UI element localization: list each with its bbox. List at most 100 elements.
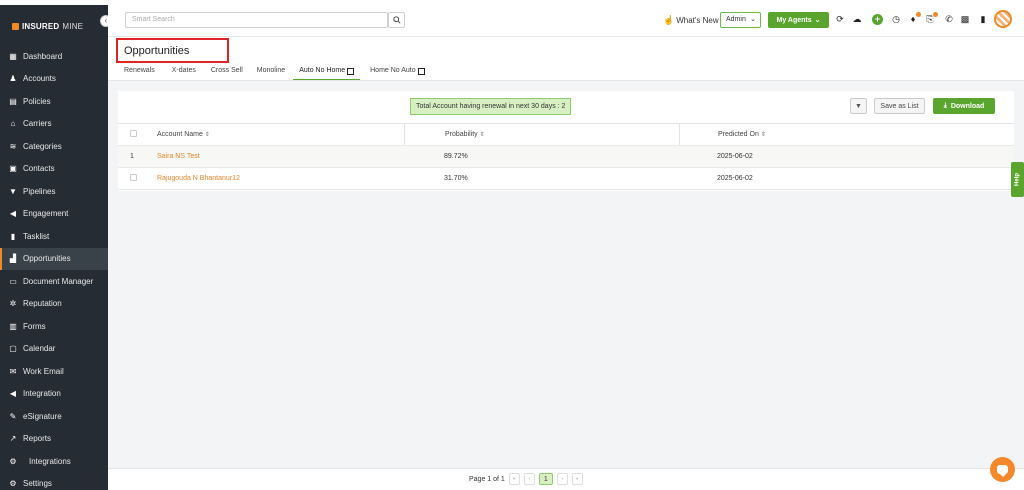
- search-button[interactable]: [388, 12, 405, 28]
- sidebar-item-label: Categories: [23, 141, 62, 151]
- sidebar-item-opportunities[interactable]: ▟ Opportunities: [0, 247, 108, 270]
- sidebar-item-label: Policies: [23, 96, 51, 106]
- next-page-button[interactable]: ›: [556, 473, 568, 485]
- sort-icon: ⇕: [760, 132, 766, 138]
- tab-home-no-auto[interactable]: Home No Auto: [364, 63, 431, 81]
- users-icon: ♟: [9, 74, 17, 84]
- sidebar-item-label: Settings: [23, 479, 52, 489]
- chat-icon: [997, 465, 1008, 477]
- mail-icon: ✉: [9, 366, 17, 376]
- opportunities-table: Account Name ⇕ Probability ⇕ Predicted On ⇕…: [118, 123, 1014, 190]
- tab-label: X-dates: [171, 67, 196, 74]
- tab-x-dates[interactable]: X-dates: [166, 63, 202, 81]
- sort-icon: ⇕: [204, 132, 210, 138]
- column-header-predicted-on[interactable]: Predicted On ⇕: [679, 124, 954, 145]
- tab-auto-no-home[interactable]: Auto No Home: [293, 63, 361, 81]
- sidebar-item-label: Opportunities: [23, 254, 71, 264]
- sidebar-item-policies[interactable]: ▤ Policies: [0, 90, 108, 113]
- sidebar-item-calendar[interactable]: ▢ Calendar: [0, 338, 108, 361]
- funnel-icon: ▼: [9, 186, 17, 196]
- predicted-on-cell: 2025-06-02: [717, 175, 753, 182]
- tab-cross-sell[interactable]: Cross Sell: [205, 63, 249, 81]
- sidebar-item-document-manager[interactable]: ▭ Document Manager: [0, 270, 108, 293]
- filter-button[interactable]: ▼: [850, 98, 867, 114]
- sidebar-item-accounts[interactable]: ♟ Accounts: [0, 68, 108, 91]
- sidebar-item-pipelines[interactable]: ▼ Pipelines: [0, 180, 108, 203]
- table-row[interactable]: 1 Saira NS Test 89.72% 2025-06-02: [118, 146, 1014, 168]
- prev-page-button[interactable]: ‹: [523, 473, 535, 485]
- chip-icon: [347, 68, 355, 75]
- save-as-list-button[interactable]: Save as List: [874, 98, 925, 114]
- sidebar-item-categories[interactable]: ≋ Categories: [0, 135, 108, 158]
- opportunity-tabs: Renewals X-dates Cross Sell Monoline Aut…: [118, 63, 431, 81]
- sidebar-item-carriers[interactable]: ⌂ Carriers: [0, 113, 108, 136]
- add-circle-icon[interactable]: +: [872, 14, 883, 25]
- tab-monoline[interactable]: Monoline: [251, 63, 291, 81]
- footer: Page 1 of 1 « ‹ 1 › »: [108, 468, 1024, 490]
- table-row[interactable]: Rajugouda N Bhantanur12 31.70% 2025-06-0…: [118, 168, 1014, 190]
- predicted-on-cell: 2025-06-02: [717, 153, 753, 160]
- logo-text-thin: MINE: [62, 22, 84, 31]
- clock-icon[interactable]: ◷: [891, 14, 901, 24]
- sidebar-item-esignature[interactable]: ✎ eSignature: [0, 405, 108, 428]
- avatar[interactable]: [994, 10, 1012, 28]
- hand-pointer-icon: ☝: [663, 15, 675, 25]
- sidebar-item-label: Integration: [23, 389, 61, 399]
- export-icon[interactable]: ⎘: [925, 12, 938, 24]
- app-logo[interactable]: INSURED MINE: [12, 22, 83, 31]
- chat-button[interactable]: [990, 457, 1015, 482]
- download-button[interactable]: ⤓ Download: [933, 98, 995, 114]
- sidebar-item-contacts[interactable]: ▣ Contacts: [0, 158, 108, 181]
- form-icon: ▥: [9, 321, 17, 331]
- chip-icon[interactable]: ▩: [960, 14, 970, 24]
- sidebar-item-integrations[interactable]: ⚙ Integrations: [0, 450, 108, 473]
- sidebar-item-reputation[interactable]: ✲ Reputation: [0, 293, 108, 316]
- phone-icon[interactable]: ✆: [944, 14, 954, 24]
- calendar-icon: ▢: [9, 344, 17, 354]
- mobile-icon[interactable]: ▮: [978, 14, 988, 24]
- sidebar-item-label: Work Email: [23, 366, 64, 376]
- column-header-account-name[interactable]: Account Name ⇕: [157, 131, 404, 138]
- layers-icon: ≋: [9, 141, 17, 151]
- sidebar-item-engagement[interactable]: ◀ Engagement: [0, 203, 108, 226]
- line-chart-icon: ↗: [9, 434, 17, 444]
- help-label: Help: [1014, 173, 1021, 187]
- sidebar-item-label: Accounts: [23, 74, 56, 84]
- current-page-button[interactable]: 1: [538, 473, 553, 485]
- role-select[interactable]: Admin ⌄: [720, 12, 761, 28]
- account-link[interactable]: Rajugouda N Bhantanur12: [157, 175, 240, 182]
- sidebar-item-label: Tasklist: [23, 231, 50, 241]
- sidebar-item-integration[interactable]: ◀ Integration: [0, 383, 108, 406]
- whats-new-link[interactable]: ☝ What's New: [663, 15, 719, 26]
- header-label: Probability: [445, 131, 478, 138]
- sidebar-nav: ▦ Dashboard ♟ Accounts ▤ Policies ⌂ Carriers…: [0, 45, 108, 490]
- sidebar-item-dashboard[interactable]: ▦ Dashboard: [0, 45, 108, 68]
- help-tab[interactable]: Help: [1011, 162, 1024, 197]
- cogs-icon: ⚙: [9, 456, 17, 466]
- account-link[interactable]: Saira NS Test: [157, 153, 200, 160]
- page-summary: Page 1 of 1: [469, 475, 505, 483]
- search-input[interactable]: Smart Search: [125, 12, 388, 28]
- sidebar-item-reports[interactable]: ↗ Reports: [0, 428, 108, 451]
- download-label: Download: [950, 102, 985, 110]
- first-page-button[interactable]: «: [508, 473, 520, 485]
- refresh-icon[interactable]: ⟳: [835, 14, 845, 24]
- tab-label: Auto No Home: [299, 67, 346, 74]
- sidebar-item-tasklist[interactable]: ▮ Tasklist: [0, 225, 108, 248]
- tab-label: Home No Auto: [370, 67, 416, 74]
- my-agents-button[interactable]: My Agents ⌄: [768, 12, 829, 28]
- role-select-value: Admin: [726, 16, 746, 23]
- select-all-checkbox[interactable]: [130, 130, 137, 137]
- my-agents-label: My Agents: [776, 16, 812, 24]
- row-checkbox[interactable]: [130, 174, 137, 181]
- cloud-upload-icon[interactable]: ☁: [852, 14, 862, 24]
- sidebar-item-forms[interactable]: ▥ Forms: [0, 315, 108, 338]
- row-index: 1: [130, 153, 134, 160]
- bank-icon: ⌂: [10, 119, 16, 129]
- bell-icon[interactable]: ♦: [908, 12, 921, 24]
- sidebar-item-work-email[interactable]: ✉ Work Email: [0, 360, 108, 383]
- sidebar-item-settings[interactable]: ⚙ Settings: [0, 473, 108, 490]
- last-page-button[interactable]: »: [571, 473, 583, 485]
- column-header-probability[interactable]: Probability ⇕: [404, 124, 679, 145]
- tab-renewals[interactable]: Renewals: [118, 63, 161, 81]
